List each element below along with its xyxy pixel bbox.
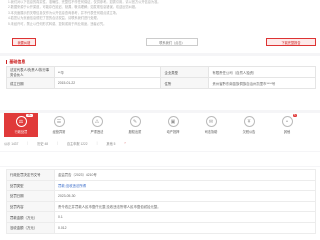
detail-spacer [0, 152, 320, 166]
dot-glyph: • [286, 118, 288, 125]
detail-label: 处罚日期 [6, 190, 55, 202]
separator: | [57, 141, 58, 145]
report-error-button[interactable]: 我要纠错 [12, 38, 36, 46]
category-tabs: ⚖ 15+ 行政处罚 ☰ 经营异常 ⚠ 严重违法 ✎ 股权出质 ▣ 动产抵押 ✉… [0, 113, 320, 151]
box-glyph: ▣ [170, 118, 176, 125]
tab-chattel-mortgage[interactable]: ▣ 动产抵押 [156, 113, 190, 137]
box-icon: ▣ [167, 116, 179, 127]
pen-glyph: ✎ [132, 118, 138, 125]
detail-label: 处罚内容 [6, 200, 55, 213]
section-title-text: 基础信息 [9, 59, 26, 64]
gavel-icon: ⚖ 15+ [15, 114, 33, 127]
count-self-declared[interactable]: 自主申报 1222 [67, 141, 88, 146]
info-label: 住所 [160, 77, 210, 89]
separator: | [96, 141, 98, 145]
tab-label: 欠税公告 [242, 130, 256, 134]
dot-icon: • 5 [281, 114, 297, 127]
count-other[interactable]: 其他 5 [106, 141, 115, 146]
info-value: 有限责任公司（自然人独资） [208, 66, 316, 78]
list-glyph: ☰ [56, 118, 62, 125]
detail-value: 责令改正并罚款人民币壹仟元整,没收违法所得人民币壹佰贰拾元整。 [54, 200, 316, 213]
detail-row: 处罚类型 罚款;没收违法所得 [6, 179, 316, 192]
count-public[interactable]: 公示 1437 [4, 141, 18, 146]
notice-line: 5.未经许可，禁止以任何形式转载、复制或用于商业用途，违者必究。 [8, 21, 107, 26]
tab-label: 动产抵押 [166, 130, 180, 134]
tab-equity-pledge[interactable]: ✎ 股权出质 [118, 113, 152, 137]
info-value: 贵州省黔东南苗族侗族自治州凯里市****号 [208, 77, 316, 89]
tab-label: 严重违法 [90, 130, 104, 134]
detail-value: 2023-05-30 [54, 190, 316, 202]
detail-label: 罚款金额（万元） [6, 211, 55, 223]
basic-info-section: 基础信息 法定代表人/负责人/执行事务合伙人 **华 企业类型 有限责任公司（自… [0, 56, 320, 110]
section-title: 基础信息 [6, 59, 25, 65]
tab-other[interactable]: • 5 其他 [270, 113, 304, 137]
tab-label: 其他 [283, 130, 291, 134]
tab-tax-arrears[interactable]: ¥ 欠税公告 [232, 113, 266, 137]
separator: | [27, 141, 29, 145]
tab-serious-violation[interactable]: ⚠ 严重违法 [80, 113, 114, 137]
count-history[interactable]: 历史 48 [37, 141, 48, 146]
info-value: **华 [53, 66, 162, 78]
detail-value: 0.012 [54, 221, 316, 234]
detail-label: 没收金额（万元） [6, 221, 55, 234]
warning-glyph: ⚠ [94, 118, 100, 125]
detail-row: 没收金额（万元） 0.012 [6, 221, 316, 234]
tab-label: 经营异常 [52, 130, 66, 134]
detail-value-link[interactable]: 罚款;没收违法所得 [54, 179, 316, 192]
detail-value: 0.1 [54, 211, 316, 223]
detail-label: 处罚类型 [6, 179, 55, 192]
info-row: 法定代表人/负责人/执行事务合伙人 **华 企业类型 有限责任公司（自然人独资） [6, 66, 316, 78]
tab-label: 司法协助 [204, 130, 218, 134]
yen-glyph: ¥ [247, 118, 251, 125]
penalty-detail-table: 行政处罚决定书文号 金监罚告〔2023〕4210号 处罚类型 罚款;没收违法所得… [6, 169, 316, 234]
info-label: 法定代表人/负责人/执行事务合伙人 [6, 66, 55, 78]
info-label: 成立日期 [6, 77, 55, 89]
info-label: 企业类型 [160, 66, 210, 78]
yen-icon: ¥ [243, 116, 255, 127]
notice-text: 1.我们对以下信息的真实性、准确性、完整性不作任何保证，仅供参考。如需引用，请以… [8, 0, 208, 27]
tab-admin-penalty[interactable]: ⚖ 15+ 行政处罚 [4, 113, 38, 137]
tab-count-badge: 5 [293, 114, 297, 117]
detail-label: 行政处罚决定书文号 [6, 169, 55, 181]
list-icon: ☰ [53, 116, 65, 127]
tab-judicial-assist[interactable]: ✉ 司法协助 [194, 113, 228, 137]
penalty-detail-section: 行政处罚决定书文号 金监罚告〔2023〕4210号 处罚类型 罚款;没收违法所得… [0, 167, 320, 240]
pen-icon: ✎ [129, 116, 141, 127]
notice-card: 1.我们对以下信息的真实性、准确性、完整性不作任何保证，仅供参考。如需引用，请以… [0, 0, 320, 53]
download-report-button[interactable]: 下载完整报告 [266, 38, 316, 46]
basic-info-table: 法定代表人/负责人/执行事务合伙人 **华 企业类型 有限责任公司（自然人独资）… [6, 66, 316, 89]
chevron-right-icon[interactable]: › [124, 141, 125, 146]
mail-icon: ✉ [205, 116, 217, 127]
tab-badge: 15+ [26, 114, 33, 117]
record-counts: 公示 1437 | 历史 48 | 自主申报 1222 | 其他 5 › [4, 141, 126, 146]
mail-glyph: ✉ [208, 118, 214, 125]
tab-label: 行政处罚 [14, 130, 28, 134]
detail-row: 处罚日期 2023-05-30 [6, 190, 316, 202]
detail-value: 金监罚告〔2023〕4210号 [54, 169, 316, 181]
info-row: 成立日期 2015-01-22 住所 贵州省黔东南苗族侗族自治州凯里市****号 [6, 77, 316, 89]
contact-button[interactable]: 联系我们（点击） [146, 38, 198, 46]
tab-abnormal[interactable]: ☰ 经营异常 [42, 113, 76, 137]
warning-icon: ⚠ [91, 116, 103, 127]
gavel-glyph: ⚖ [18, 118, 24, 125]
tab-label: 股权出质 [128, 130, 142, 134]
detail-row: 处罚内容 责令改正并罚款人民币壹仟元整,没收违法所得人民币壹佰贰拾元整。 [6, 200, 316, 213]
page: 1.我们对以下信息的真实性、准确性、完整性不作任何保证，仅供参考。如需引用，请以… [0, 0, 320, 240]
section-marker [6, 60, 8, 64]
detail-row: 行政处罚决定书文号 金监罚告〔2023〕4210号 [6, 169, 316, 181]
detail-row: 罚款金额（万元） 0.1 [6, 211, 316, 223]
info-value: 2015-01-22 [53, 77, 162, 89]
